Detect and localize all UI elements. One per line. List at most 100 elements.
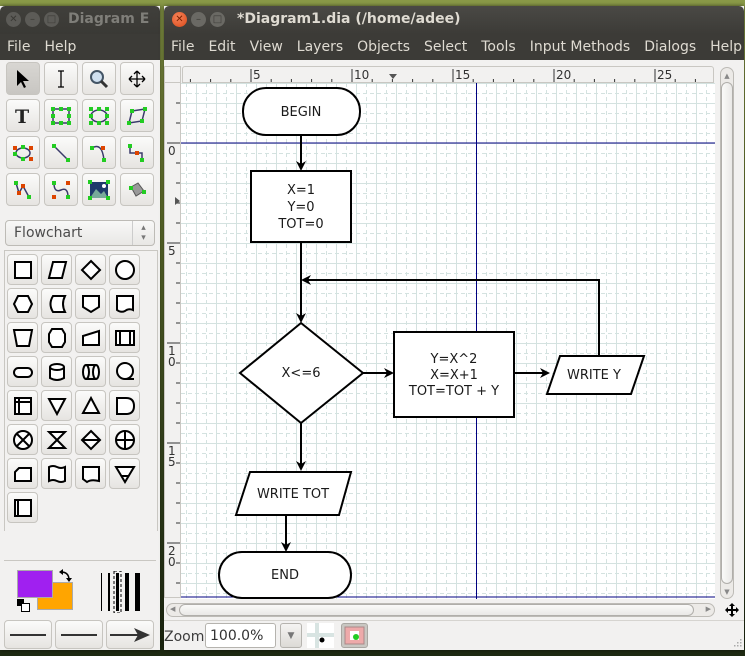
shape-delay[interactable] xyxy=(109,390,140,421)
line-tool[interactable] xyxy=(44,136,78,169)
menu-help[interactable]: Help xyxy=(703,39,745,55)
magnetic-disk-icon xyxy=(48,362,65,381)
shape-card[interactable] xyxy=(7,458,38,489)
internal-storage-icon xyxy=(13,396,32,415)
shape-terminator[interactable] xyxy=(7,356,38,387)
text-tool[interactable]: T xyxy=(6,99,40,132)
shape-manual-input[interactable] xyxy=(75,322,106,353)
shape-display[interactable] xyxy=(75,458,106,489)
close-button[interactable]: ✕ xyxy=(172,12,187,27)
close-button[interactable]: ✕ xyxy=(6,12,21,27)
shape-transaction-file[interactable] xyxy=(7,492,38,523)
shape-offline-storage[interactable] xyxy=(109,458,140,489)
ruler-v-label: 0 xyxy=(168,355,176,369)
end-arrow-selector[interactable] xyxy=(106,620,154,649)
vertical-ruler: 05101520 xyxy=(164,82,181,598)
shape-manual-operation[interactable] xyxy=(7,322,38,353)
box-tool[interactable] xyxy=(44,99,78,132)
shape-preparation[interactable] xyxy=(7,288,38,319)
menu-edit[interactable]: Edit xyxy=(201,39,242,55)
shape-document[interactable] xyxy=(109,288,140,319)
text-edit-tool[interactable] xyxy=(44,62,78,95)
shape-connector[interactable] xyxy=(109,254,140,285)
shape-summing-junction[interactable] xyxy=(7,424,38,455)
shape-input-output[interactable] xyxy=(41,254,72,285)
outline-tool[interactable] xyxy=(120,173,154,206)
snap-to-grid-toggle[interactable] xyxy=(307,623,334,648)
ellipse-tool[interactable] xyxy=(82,99,116,132)
svg-text:T: T xyxy=(15,106,29,127)
menu-input-methods[interactable]: Input Methods xyxy=(523,39,638,55)
process-icon xyxy=(13,260,32,279)
shape-decision[interactable] xyxy=(75,254,106,285)
navigation-move-icon[interactable] xyxy=(725,603,739,617)
scroll-up-icon[interactable]: ▲ xyxy=(722,72,732,80)
shape-predefined-process[interactable] xyxy=(109,322,140,353)
menu-select[interactable]: Select xyxy=(417,39,474,55)
direct-access-storage-icon xyxy=(81,363,100,380)
shape-merge[interactable] xyxy=(41,390,72,421)
menu-file[interactable]: File xyxy=(164,39,201,55)
line-width-selector[interactable] xyxy=(100,571,144,613)
terminal-hex-icon xyxy=(47,327,66,348)
pointer-tool[interactable] xyxy=(6,62,40,95)
shape-process[interactable] xyxy=(7,254,38,285)
zoom-input[interactable]: 100.0% xyxy=(205,623,276,648)
shape-punched-tape[interactable] xyxy=(41,458,72,489)
menu-file[interactable]: File xyxy=(0,39,37,55)
shape-off-page-connector[interactable] xyxy=(75,288,106,319)
maximize-button[interactable]: □ xyxy=(210,12,225,27)
swap-colors-icon[interactable] xyxy=(58,569,72,583)
maximize-button[interactable]: □ xyxy=(44,12,59,27)
menu-help[interactable]: Help xyxy=(37,39,83,55)
or-icon xyxy=(114,429,135,450)
card-icon xyxy=(13,466,32,482)
shape-internal-storage[interactable] xyxy=(7,390,38,421)
zoom-dropdown-button[interactable]: ▼ xyxy=(280,623,302,648)
shape-direct-access-storage[interactable] xyxy=(75,356,106,387)
start-arrow-selector[interactable] xyxy=(4,620,52,649)
object-snap-toggle[interactable] xyxy=(341,623,368,648)
line-style-selector[interactable] xyxy=(55,620,103,649)
main-titlebar: ✕ – □ *Diagram1.dia (/home/adee) xyxy=(164,6,744,34)
horizontal-scrollbar[interactable]: ◀ ▶ xyxy=(166,603,715,617)
shape-palette xyxy=(4,250,158,531)
image-tool[interactable] xyxy=(82,173,116,206)
shape-magnetic-disk[interactable] xyxy=(41,356,72,387)
horizontal-scroll-thumb[interactable] xyxy=(179,604,694,616)
scroll-down-icon[interactable]: ▼ xyxy=(722,588,732,596)
polygon-tool[interactable] xyxy=(120,99,154,132)
arc-tool[interactable] xyxy=(82,136,116,169)
zigzag-line-tool[interactable] xyxy=(120,136,154,169)
predefined-process-icon xyxy=(114,329,135,346)
minimize-button[interactable]: – xyxy=(191,12,206,27)
shape-or[interactable] xyxy=(109,424,140,455)
polyline-tool[interactable] xyxy=(6,173,40,206)
sheet-selector[interactable]: Flowchart ▴ ▾ xyxy=(5,220,155,246)
menu-dialogs[interactable]: Dialogs xyxy=(637,39,703,55)
menu-layers[interactable]: Layers xyxy=(290,39,350,55)
beziergon-tool[interactable] xyxy=(6,136,40,169)
foreground-color-swatch[interactable] xyxy=(17,570,53,598)
vertical-scroll-thumb[interactable] xyxy=(721,82,733,584)
shape-extract[interactable] xyxy=(75,390,106,421)
display-icon xyxy=(81,465,100,483)
ellipse-icon xyxy=(89,106,109,125)
vertical-scrollbar[interactable]: ▲ ▼ xyxy=(720,67,734,599)
shape-collate[interactable] xyxy=(41,424,72,455)
minimize-button[interactable]: – xyxy=(25,12,40,27)
diagram-canvas[interactable]: BEGIN X=1 Y=0 TOT=0 X<=6 Y=X^2 X=X+1 TOT… xyxy=(181,83,715,599)
shape-sort[interactable] xyxy=(75,424,106,455)
shape-stored-data[interactable] xyxy=(41,288,72,319)
shape-terminal-hex[interactable] xyxy=(41,322,72,353)
shape-sequential-access[interactable] xyxy=(109,356,140,387)
resize-grip-icon[interactable] xyxy=(732,639,742,649)
scroll-left-icon[interactable]: ◀ xyxy=(170,605,175,613)
scroll-right-icon[interactable]: ▶ xyxy=(706,605,711,613)
menu-objects[interactable]: Objects xyxy=(350,39,417,55)
menu-tools[interactable]: Tools xyxy=(474,39,523,55)
magnify-tool[interactable] xyxy=(82,62,116,95)
menu-view[interactable]: View xyxy=(243,39,290,55)
scroll-tool[interactable] xyxy=(120,62,154,95)
bezier-line-tool[interactable] xyxy=(44,173,78,206)
